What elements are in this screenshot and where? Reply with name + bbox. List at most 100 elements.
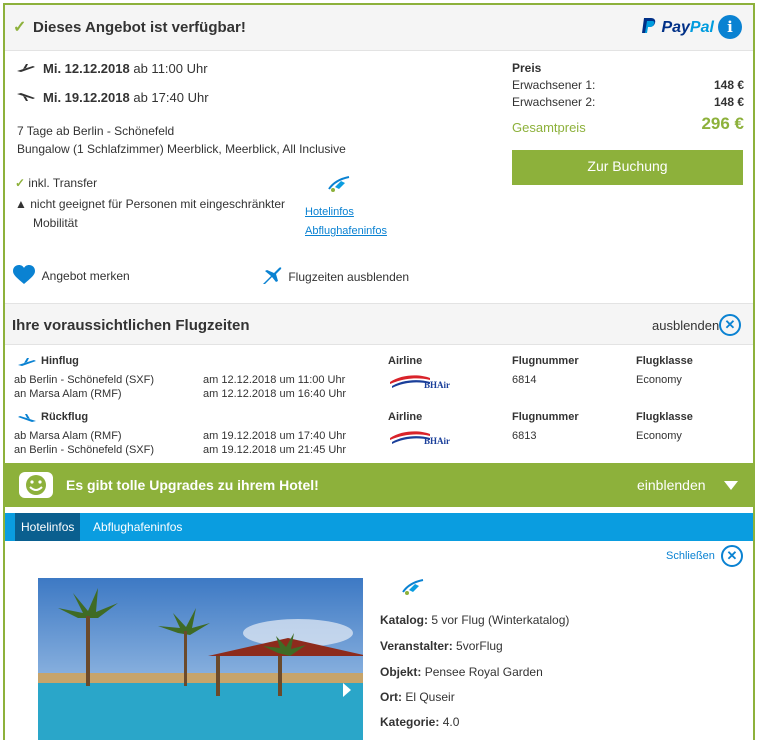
info-icon[interactable]: i	[718, 15, 742, 39]
detail-catalog: Katalog: 5 vor Flug (Winterkatalog)	[380, 613, 569, 627]
return-arr: am 19.12.2018 um 21:45 Uhr	[203, 444, 347, 456]
info-tabs: Hotelinfos Abflughafeninfos	[5, 513, 753, 541]
price-row-total: Gesamtpreis 296 €	[512, 114, 744, 140]
price-box: Preis Erwachsener 1: 148 € Erwachsener 2…	[512, 61, 744, 140]
check-icon: ✓	[13, 19, 27, 36]
outbound-time: ab 11:00 Uhr	[133, 61, 208, 76]
price-row-adult1: Erwachsener 1: 148 €	[512, 78, 744, 95]
outbound-flightno: 6814	[512, 374, 537, 386]
catalog-logo-icon	[402, 579, 424, 595]
outbound-arr: am 12.12.2018 um 16:40 Uhr	[203, 388, 347, 400]
outbound-summary: Mi. 12.12.2018 ab 11:00 Uhr	[17, 61, 208, 76]
plane-icon	[263, 267, 282, 284]
bhair-logo-icon: BHAir	[390, 431, 450, 446]
airline-logo: BHAir	[390, 372, 454, 390]
hide-flights-button[interactable]: Flugzeiten ausblenden	[262, 267, 409, 285]
object-label: Objekt:	[380, 665, 422, 679]
return-flightno: 6813	[512, 430, 537, 442]
price-heading: Preis	[512, 61, 542, 75]
feature-mobility-label: nicht geeignet für Personen mit eingesch…	[30, 197, 286, 211]
close-label[interactable]: Schließen	[666, 550, 715, 562]
return-time: ab 17:40 Uhr	[133, 90, 209, 105]
tab-abflughafeninfos[interactable]: Abflughafeninfos	[87, 513, 188, 541]
outbound-from: ab Berlin - Schönefeld (SXF)	[14, 374, 155, 386]
adult1-value: 148 €	[713, 78, 744, 92]
paypal-text-pal: Pal	[689, 19, 714, 36]
return-from: ab Marsa Alam (RMF)	[14, 430, 122, 442]
trip-duration: 7 Tage ab Berlin - Schönefeld	[17, 124, 175, 138]
close-icon[interactable]: ✕	[721, 545, 743, 567]
save-offer-button[interactable]: Angebot merken	[13, 265, 130, 285]
chevron-down-icon[interactable]	[724, 481, 738, 490]
flightno-header: Flugnummer	[512, 411, 579, 423]
catalog-label: Katalog:	[380, 613, 428, 627]
airline-logo: BHAir	[390, 428, 454, 446]
hotel-image	[38, 578, 363, 740]
offer-panel: ✓ Dieses Angebot ist verfügbar! PayPal i…	[3, 3, 755, 740]
flight-times-header: Ihre voraussichtlichen Flugzeiten ausble…	[5, 303, 753, 345]
place-value: El Quseir	[405, 690, 455, 704]
check-icon: ✓	[15, 176, 26, 190]
price-row-adult2: Erwachsener 2: 148 €	[512, 95, 744, 112]
plane-arrival-icon	[17, 93, 35, 101]
flight-times-title: Ihre voraussichtlichen Flugzeiten	[12, 317, 250, 334]
return-class: Economy	[636, 430, 682, 442]
warning-icon: ▲	[15, 197, 27, 211]
feature-mobility-line2: Mobilität	[33, 216, 78, 230]
plane-departure-icon	[18, 358, 36, 366]
feature-transfer: ✓ inkl. Transfer	[15, 176, 97, 190]
paypal-logo: PayPal	[641, 17, 714, 37]
class-header: Flugklasse	[636, 411, 693, 423]
room-description: Bungalow (1 Schlafzimmer) Meerblick, Mee…	[17, 142, 346, 156]
outbound-class: Economy	[636, 374, 682, 386]
upgrade-text: Es gibt tolle Upgrades zu ihrem Hotel!	[66, 477, 319, 493]
outbound-to: an Marsa Alam (RMF)	[14, 388, 122, 400]
bhair-logo-icon: BHAir	[390, 375, 450, 390]
abflughafeninfos-link[interactable]: Abflughafeninfos	[305, 225, 387, 237]
catalog-value: 5 vor Flug (Winterkatalog)	[431, 613, 570, 627]
airline-header: Airline	[388, 355, 423, 367]
detail-object: Objekt: Pensee Royal Garden	[380, 665, 543, 679]
hotelinfos-link[interactable]: Hotelinfos	[305, 206, 354, 218]
outbound-label: Hinflug	[41, 355, 79, 367]
return-date: Mi. 19.12.2018	[43, 90, 130, 105]
book-button[interactable]: Zur Buchung	[512, 150, 743, 185]
detail-operator: Veranstalter: 5vorFlug	[380, 639, 503, 653]
heart-icon	[13, 265, 35, 284]
hide-flights-label: Flugzeiten ausblenden	[288, 270, 410, 284]
operator-value: 5vorFlug	[456, 639, 503, 653]
class-header: Flugklasse	[636, 355, 693, 367]
return-to: an Berlin - Schönefeld (SXF)	[14, 444, 155, 456]
return-label: Rückflug	[41, 411, 89, 423]
airline-header: Airline	[388, 411, 423, 423]
close-icon[interactable]: ✕	[719, 314, 741, 336]
plane-arrival-icon	[18, 414, 36, 422]
feature-transfer-label: inkl. Transfer	[28, 176, 98, 190]
total-label: Gesamtpreis	[512, 120, 586, 135]
airline-logo-text: BHAir	[424, 380, 450, 390]
flight-times-hide-label[interactable]: ausblenden	[652, 318, 719, 333]
total-value: 296 €	[701, 114, 744, 133]
detail-category: Kategorie: 4.0	[380, 715, 459, 729]
outbound-date: Mi. 12.12.2018	[43, 61, 130, 76]
place-label: Ort:	[380, 690, 402, 704]
tab-hotelinfos[interactable]: Hotelinfos	[15, 513, 81, 541]
flightno-header: Flugnummer	[512, 355, 579, 367]
return-summary: Mi. 19.12.2018 ab 17:40 Uhr	[17, 90, 209, 105]
object-value: Pensee Royal Garden	[424, 665, 543, 679]
hotel-photo[interactable]	[38, 578, 363, 740]
paypal-icon	[642, 18, 656, 33]
return-dep: am 19.12.2018 um 17:40 Uhr	[203, 430, 347, 442]
availability-header: ✓ Dieses Angebot ist verfügbar! PayPal i	[5, 5, 753, 51]
availability-title: Dieses Angebot ist verfügbar!	[33, 19, 246, 36]
category-value: 4.0	[442, 715, 460, 729]
paypal-text-pay: Pay	[661, 19, 690, 36]
detail-place: Ort: El Quseir	[380, 690, 455, 704]
operator-label: Veranstalter:	[380, 639, 453, 653]
adult2-value: 148 €	[713, 95, 744, 109]
upgrade-banner[interactable]: Es gibt tolle Upgrades zu ihrem Hotel! e…	[5, 463, 753, 507]
smiley-icon	[19, 472, 53, 498]
plane-departure-icon	[17, 64, 35, 72]
category-label: Kategorie:	[380, 715, 440, 729]
upgrade-action[interactable]: einblenden	[637, 477, 706, 493]
